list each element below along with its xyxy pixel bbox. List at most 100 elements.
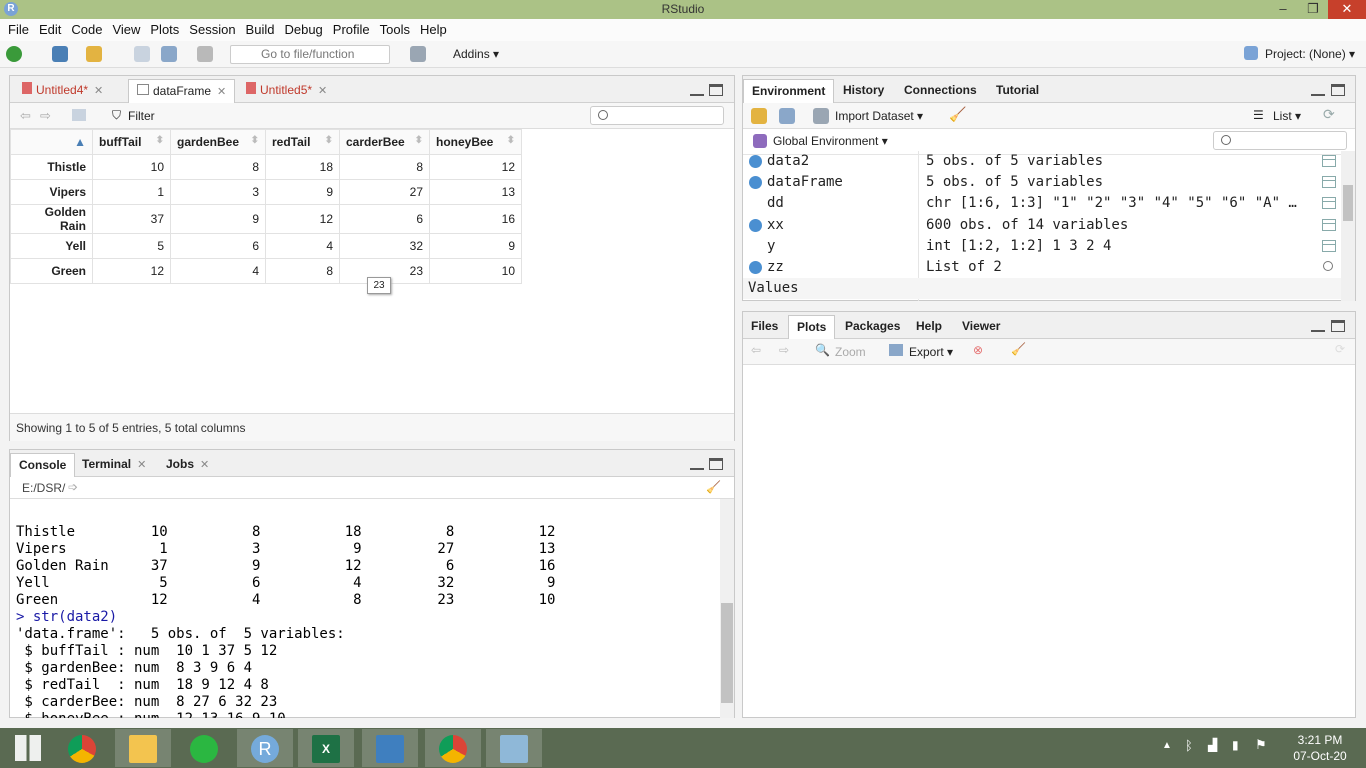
close-tab-icon[interactable]: ✕ <box>318 85 327 97</box>
tab-help[interactable]: Help <box>908 315 950 339</box>
environment-row-data2[interactable]: data2 5 obs. of 5 variables <box>743 151 1343 172</box>
table-cell[interactable]: 10 <box>429 258 522 284</box>
table-cell[interactable]: 27 <box>339 179 430 205</box>
table-cell[interactable]: 8 <box>170 154 266 180</box>
view-data-icon[interactable] <box>1322 218 1336 231</box>
tab-untitled4[interactable]: Untitled4* ✕ <box>14 79 111 103</box>
magnify-icon[interactable] <box>1323 261 1333 271</box>
menu-tools[interactable]: Tools <box>380 19 410 41</box>
menu-view[interactable]: View <box>112 19 140 41</box>
taskbar-rstudio[interactable]: R <box>237 729 293 767</box>
tab-environment[interactable]: Environment <box>743 79 835 103</box>
menu-file[interactable]: File <box>8 19 29 41</box>
sort-icon[interactable]: ⬍ <box>507 135 515 146</box>
table-cell[interactable]: 12 <box>429 154 522 180</box>
tab-dataframe[interactable]: dataFrame ✕ <box>128 79 236 103</box>
refresh-icon[interactable]: ⟳ <box>1323 106 1335 123</box>
table-cell[interactable]: 10 <box>92 154 171 180</box>
menu-debug[interactable]: Debug <box>284 19 322 41</box>
maximize-pane-icon[interactable] <box>1331 84 1345 96</box>
table-cell[interactable]: 6 <box>170 233 266 259</box>
tab-connections[interactable]: Connections <box>896 79 985 103</box>
menu-code[interactable]: Code <box>71 19 102 41</box>
environment-row-y[interactable]: y int [1:2, 1:2] 1 3 2 4 <box>743 236 1343 257</box>
tab-history[interactable]: History <box>835 79 892 103</box>
action-center-icon[interactable]: ⚑ <box>1255 737 1267 753</box>
tab-viewer[interactable]: Viewer <box>954 315 1008 339</box>
column-header-redTail[interactable]: redTail ⬍ <box>265 129 340 155</box>
close-button[interactable]: ✕ <box>1328 0 1366 19</box>
tab-plots[interactable]: Plots <box>788 315 836 339</box>
goto-dir-icon[interactable]: ➩ <box>68 480 78 494</box>
table-cell[interactable]: 16 <box>429 204 522 234</box>
zoom-icon[interactable]: 🔍 <box>815 343 830 357</box>
minimize-pane-icon[interactable] <box>690 458 704 470</box>
scrollbar-thumb[interactable] <box>1343 185 1353 221</box>
tab-console[interactable]: Console <box>10 453 76 477</box>
minimize-pane-icon[interactable] <box>1311 320 1325 332</box>
close-tab-icon[interactable]: ✕ <box>137 459 146 471</box>
column-header-carderBee[interactable]: carderBee ⬍ <box>339 129 430 155</box>
maximize-pane-icon[interactable] <box>709 84 723 96</box>
table-cell[interactable]: 32 <box>339 233 430 259</box>
open-file-icon[interactable] <box>86 46 102 62</box>
sort-icon[interactable]: ⬍ <box>325 135 333 146</box>
menu-session[interactable]: Session <box>189 19 235 41</box>
new-project-icon[interactable] <box>52 46 68 62</box>
bluetooth-icon[interactable]: ᛒ <box>1185 738 1193 753</box>
table-cell[interactable]: 13 <box>429 179 522 205</box>
popout-icon[interactable] <box>72 109 86 121</box>
view-data-icon[interactable] <box>1322 155 1336 167</box>
scrollbar-thumb[interactable] <box>721 603 733 703</box>
tab-tutorial[interactable]: Tutorial <box>988 79 1047 103</box>
filter-icon[interactable]: ⛉ <box>112 108 121 123</box>
expand-icon[interactable] <box>749 176 762 190</box>
save-icon[interactable] <box>134 46 150 62</box>
table-cell[interactable]: 9 <box>170 204 266 234</box>
table-cell[interactable]: 6 <box>339 204 430 234</box>
clock-date[interactable]: 07-Oct-20 <box>1288 749 1352 763</box>
menu-help[interactable]: Help <box>420 19 447 41</box>
maximize-pane-icon[interactable] <box>1331 320 1345 332</box>
view-data-icon[interactable] <box>1322 176 1336 189</box>
console-output[interactable]: Thistle 10 8 18 8 12 Vipers 1 3 9 27 13 Go… <box>10 499 718 718</box>
clear-workspace-icon[interactable]: 🧹 <box>949 106 966 123</box>
view-mode-menu[interactable]: List ▾ <box>1273 109 1301 123</box>
taskbar-photos[interactable] <box>362 729 418 767</box>
next-plot-icon[interactable]: ⇨ <box>779 343 789 357</box>
menu-plots[interactable]: Plots <box>150 19 179 41</box>
minimize-pane-icon[interactable] <box>1311 84 1325 96</box>
environment-search-input[interactable] <box>1213 131 1347 150</box>
menu-profile[interactable]: Profile <box>333 19 370 41</box>
tab-terminal[interactable]: Terminal ✕ <box>74 453 154 477</box>
row-name-header[interactable]: ▲ <box>10 129 93 155</box>
taskbar-whatsapp[interactable] <box>176 729 232 767</box>
environment-row-dd[interactable]: dd chr [1:6, 1:3] "1" "2" "3" "4" "5" "6"… <box>743 193 1343 214</box>
close-tab-icon[interactable]: ✕ <box>200 459 209 471</box>
clock-time[interactable]: 3:21 PM <box>1290 733 1350 747</box>
view-data-icon[interactable] <box>1322 239 1336 252</box>
zoom-button[interactable]: Zoom <box>835 345 866 359</box>
column-header-honeyBee[interactable]: honeyBee ⬍ <box>429 129 522 155</box>
table-cell[interactable]: 9 <box>429 233 522 259</box>
filter-button[interactable]: Filter <box>128 109 155 123</box>
previous-plot-icon[interactable]: ⇦ <box>751 343 761 357</box>
environment-row-dataframe[interactable]: dataFrame 5 obs. of 5 variables <box>743 172 1343 193</box>
forward-arrow-icon[interactable]: ⇨ <box>40 108 51 124</box>
table-cell[interactable]: 8 <box>265 258 340 284</box>
tab-packages[interactable]: Packages <box>837 315 908 339</box>
battery-icon[interactable]: ▮ <box>1232 738 1239 752</box>
minimize-pane-icon[interactable] <box>690 84 704 96</box>
expand-icon[interactable] <box>749 155 762 168</box>
maximize-pane-icon[interactable] <box>709 458 723 470</box>
values-section-header[interactable]: Values <box>743 278 1343 300</box>
tab-files[interactable]: Files <box>743 315 786 339</box>
print-icon[interactable] <box>197 46 213 62</box>
show-hidden-icons[interactable]: ▲ <box>1162 740 1172 751</box>
environment-row-zz[interactable]: zz List of 2 <box>743 257 1343 278</box>
remove-plot-icon[interactable]: ⊗ <box>973 343 983 357</box>
expand-icon[interactable] <box>749 218 762 232</box>
menu-build[interactable]: Build <box>246 19 275 41</box>
environment-row-xx[interactable]: xx 600 obs. of 14 variables <box>743 215 1343 236</box>
import-dataset-button[interactable]: Import Dataset ▾ <box>835 109 923 123</box>
